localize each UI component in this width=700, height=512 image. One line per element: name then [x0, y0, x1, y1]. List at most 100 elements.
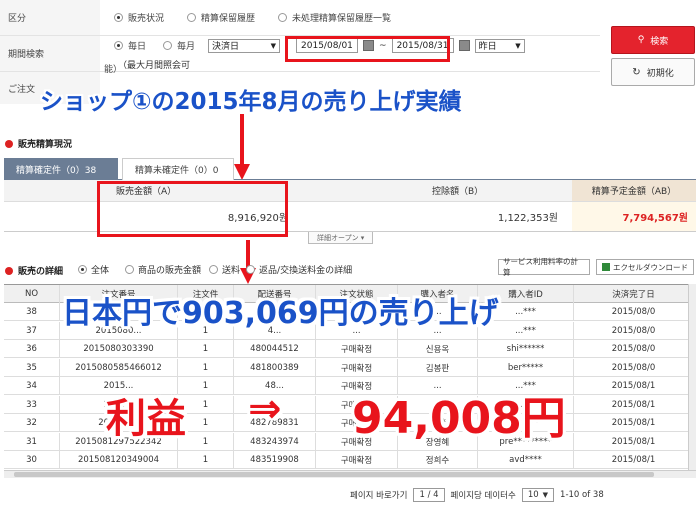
cell-paid-date: 2015/08/0 [574, 358, 694, 377]
page-input[interactable]: 1 / 4 [413, 488, 445, 502]
search-button-label: 検索 [650, 36, 669, 47]
page-goto-label: 페이지 바로가기 [350, 491, 408, 501]
radio-filter-return[interactable] [246, 265, 256, 274]
calendar-icon[interactable] [458, 40, 470, 51]
cell-shipping-number: 481800389 [234, 358, 316, 377]
tab-unsettled[interactable]: 精算未確定件（0）0 [122, 158, 234, 180]
cell-no: 35 [4, 358, 60, 377]
radio-daily-label: 毎日 [128, 42, 147, 52]
table-vertical-scrollbar[interactable] [688, 284, 696, 470]
cell-no: 31 [4, 432, 60, 451]
radio-filter-shipping[interactable] [209, 265, 219, 274]
date-preset-select[interactable]: 昨日 ▼ [474, 38, 525, 53]
reset-button[interactable]: ↻ 初期化 [611, 58, 695, 86]
cell-shipping-number: 480044512 [234, 340, 316, 358]
cell-paid-date: 2015/08/1 [574, 414, 694, 432]
detail-title-text: 販売の詳細 [18, 267, 64, 277]
cell-order-count: 1 [178, 451, 234, 469]
radio-sales-status[interactable] [114, 13, 123, 22]
settle-date-select-value: 決済日 [212, 42, 240, 52]
cell-order-status: 구매확정 [316, 451, 398, 469]
cell-no: 30 [4, 451, 60, 469]
search-button[interactable]: ⚲ 検索 [611, 26, 695, 54]
radio-filter-return-label: 返品/交換送料金の詳細 [259, 266, 353, 276]
page-range: 1-10 of 38 [560, 490, 604, 500]
arrow-down-icon [240, 240, 256, 284]
category-label: 区分 [0, 0, 100, 35]
cell-paid-date: 2015/08/0 [574, 340, 694, 358]
sales-amount-highlight [97, 181, 288, 237]
cell-buyer-name: 신용옥 [398, 340, 478, 358]
summary-section-title: 販売精算現況 [5, 137, 72, 150]
cell-order-status: 구매확정 [316, 340, 398, 358]
per-page-select[interactable]: 10 ▼ [521, 488, 555, 502]
cell-buyer-id: ber***** [478, 358, 574, 377]
summary-title-text: 販売精算現況 [18, 140, 73, 150]
cell-no: 34 [4, 377, 60, 395]
radio-sales-status-label: 販売状況 [128, 14, 165, 24]
column-header-paid-date: 決済完了日 [574, 285, 694, 303]
col-deduction: 控除額（B） [432, 187, 484, 197]
table-horizontal-scrollbar[interactable] [4, 470, 696, 478]
summary-tabs: 精算確定件（0）38 精算未確定件（0）0 [4, 158, 696, 180]
table-row[interactable]: 35 2015080585466012 1 481800389 구매확정 김봉판 ber**… [4, 358, 694, 377]
cell-paid-date: 2015/08/0 [574, 321, 694, 340]
cell-shipping-number: 483243974 [234, 432, 316, 451]
cell-order-number: 2015080585466012 [60, 358, 178, 377]
radio-monthly[interactable] [163, 41, 173, 50]
chevron-down-icon: ▼ [270, 41, 277, 50]
radio-unprocessed-hold[interactable] [278, 13, 288, 22]
period-note: （最大月間照会可 [118, 61, 191, 71]
detail-filter: 全体 商品の販売金額 送料 返品/交換送料金の詳細 [78, 263, 352, 276]
tab-settled[interactable]: 精算確定件（0）38 [4, 158, 118, 180]
radio-settle-hold[interactable] [187, 13, 197, 22]
profit-label-overlay: 利益 [106, 396, 186, 442]
detail-section-title: 販売の詳細 [5, 264, 63, 277]
cell-order-status: 구매확정 [316, 358, 398, 377]
search-row-category: 区分 販売状況 精算保留履歴 未処理精算保留履歴一覧 [0, 0, 600, 36]
excel-download-label: エクセルダウンロード [613, 262, 688, 272]
cell-paid-date: 2015/08/1 [574, 377, 694, 395]
radio-filter-product-label: 商品の販売金額 [138, 266, 202, 276]
excel-download-button[interactable]: エクセルダウンロード [596, 259, 694, 275]
period-label: 期間検索 [0, 36, 100, 71]
yen-caption-overlay: 日本円で903,069円の売り上げ [62, 296, 499, 331]
per-page-value: 10 [527, 490, 539, 500]
cell-order-number: 201508120349004 [60, 451, 178, 469]
cell-buyer-name: 정희수 [398, 451, 478, 469]
date-preset-select-value: 昨日 [478, 42, 497, 52]
excel-icon [602, 263, 610, 271]
settle-date-select[interactable]: 決済日 ▼ [208, 38, 281, 53]
radio-filter-all-label: 全体 [91, 266, 110, 276]
cell-order-count: 1 [178, 414, 234, 432]
scrollbar-thumb[interactable] [14, 472, 654, 477]
shop-caption-overlay: ショップ①の2015年8月の売り上げ実績 [40, 89, 462, 115]
search-form: 区分 販売状況 精算保留履歴 未処理精算保留履歴一覧 期間検索 毎日 毎月 決済… [0, 0, 700, 115]
cell-order-count: 1 [178, 358, 234, 377]
cell-order-count: 1 [178, 340, 234, 358]
cell-paid-date: 2015/08/1 [574, 432, 694, 451]
deduction-value: 1,122,353원 [497, 213, 558, 224]
table-row[interactable]: 30 201508120349004 1 483519908 구매확정 정희수 avd***… [4, 451, 694, 469]
radio-unprocessed-hold-label: 未処理精算保留履歴一覧 [292, 14, 392, 24]
cell-order-number: 2015080303390 [60, 340, 178, 358]
cell-no: 38 [4, 303, 60, 321]
detail-open-button[interactable]: 詳細オープン ▾ [308, 232, 374, 244]
radio-filter-all[interactable] [78, 265, 87, 274]
cell-buyer-name: 김봉판 [398, 358, 478, 377]
profit-arrow-overlay: ⇒ [248, 386, 282, 432]
bullet-icon [5, 139, 13, 148]
cell-order-count: 1 [178, 432, 234, 451]
cell-paid-date: 2015/08/1 [574, 395, 694, 414]
fee-calc-button[interactable]: サービス利用料率の計算 [498, 257, 590, 277]
radio-filter-product[interactable] [125, 265, 135, 274]
per-page-label: 페이지당 데이터수 [450, 491, 516, 501]
bullet-icon [5, 266, 13, 275]
cell-buyer-id: shi****** [478, 340, 574, 358]
cell-no: 32 [4, 414, 60, 432]
radio-daily[interactable] [114, 41, 123, 50]
profit-value-overlay: 94,008円 [352, 393, 566, 444]
cell-paid-date: 2015/08/0 [574, 303, 694, 321]
refresh-icon: ↻ [632, 66, 641, 78]
table-row[interactable]: 36 2015080303390 1 480044512 구매확정 신용옥 shi*****… [4, 340, 694, 358]
